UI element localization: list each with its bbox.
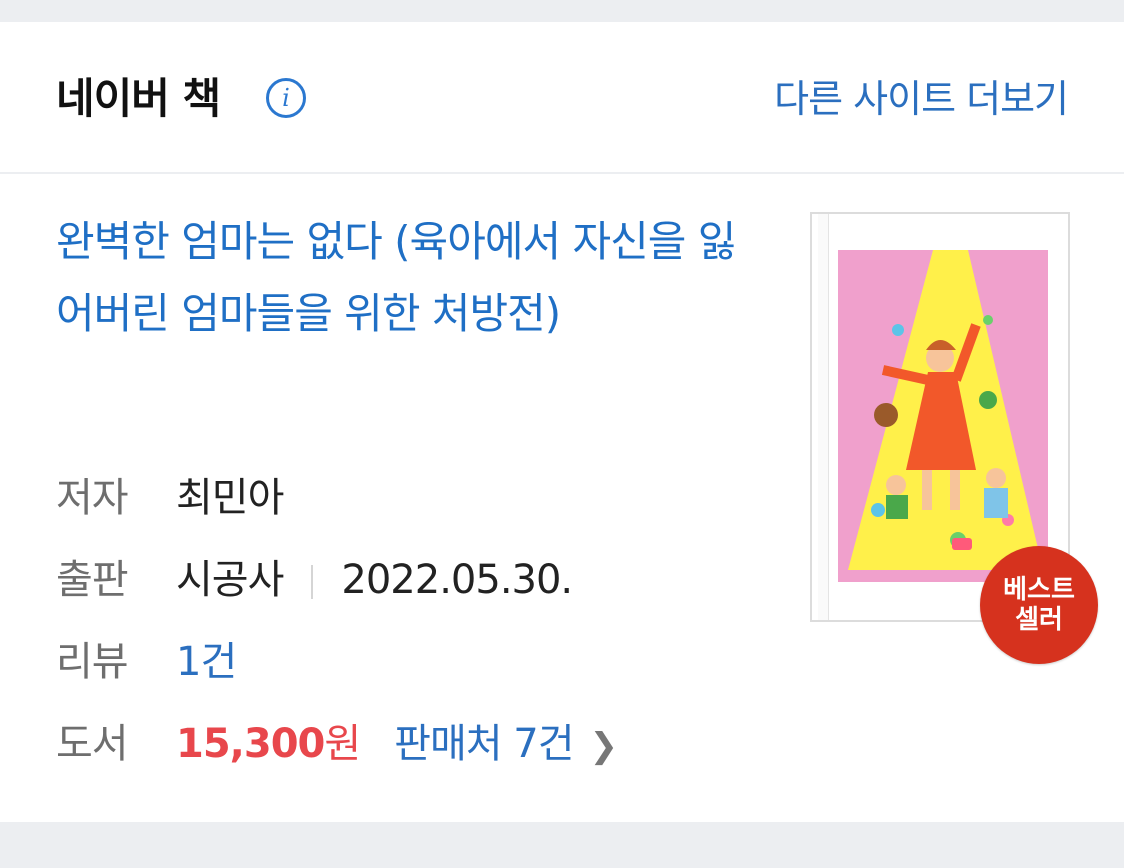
publisher-value: 시공사 <box>176 557 284 603</box>
more-sites-link[interactable]: 다른 사이트 더보기 <box>774 74 1069 124</box>
card-header: 네이버 책 i 다른 사이트 더보기 <box>0 22 1124 174</box>
cover-illustration <box>838 250 1048 582</box>
publish-date: 2022.05.30. <box>341 557 573 603</box>
price-value: 15,300 <box>176 721 325 767</box>
section-title: 네이버 책 <box>56 74 221 123</box>
chevron-right-icon[interactable]: ❯ <box>590 726 618 766</box>
book-title-link[interactable]: 완벽한 엄마는 없다 (육아에서 자신을 잃어버린 엄마들을 위한 처방전) <box>56 206 756 350</box>
bestseller-badge: 베스트 셀러 <box>980 546 1098 664</box>
author-label: 저자 <box>56 475 129 521</box>
review-count-link[interactable]: 1건 <box>176 639 237 685</box>
publish-label: 출판 <box>56 557 129 603</box>
cover-spine <box>818 214 829 620</box>
review-label: 리뷰 <box>56 639 129 685</box>
author-row: 저자 최민아 <box>56 468 284 528</box>
publish-row: 출판 시공사 2022.05.30. <box>56 550 573 610</box>
divider <box>311 565 314 599</box>
author-value: 최민아 <box>176 475 284 521</box>
price-unit: 원 <box>324 721 361 767</box>
badge-line-2: 셀러 <box>1015 605 1063 635</box>
badge-line-1: 베스트 <box>1003 575 1075 605</box>
review-row: 리뷰 1건 <box>56 632 237 692</box>
price-label: 도서 <box>56 721 129 767</box>
info-icon[interactable]: i <box>266 78 306 118</box>
price-row: 도서 15,300원 판매처 7건 ❯ <box>56 714 618 774</box>
sellers-link[interactable]: 판매처 7건 <box>394 721 574 767</box>
